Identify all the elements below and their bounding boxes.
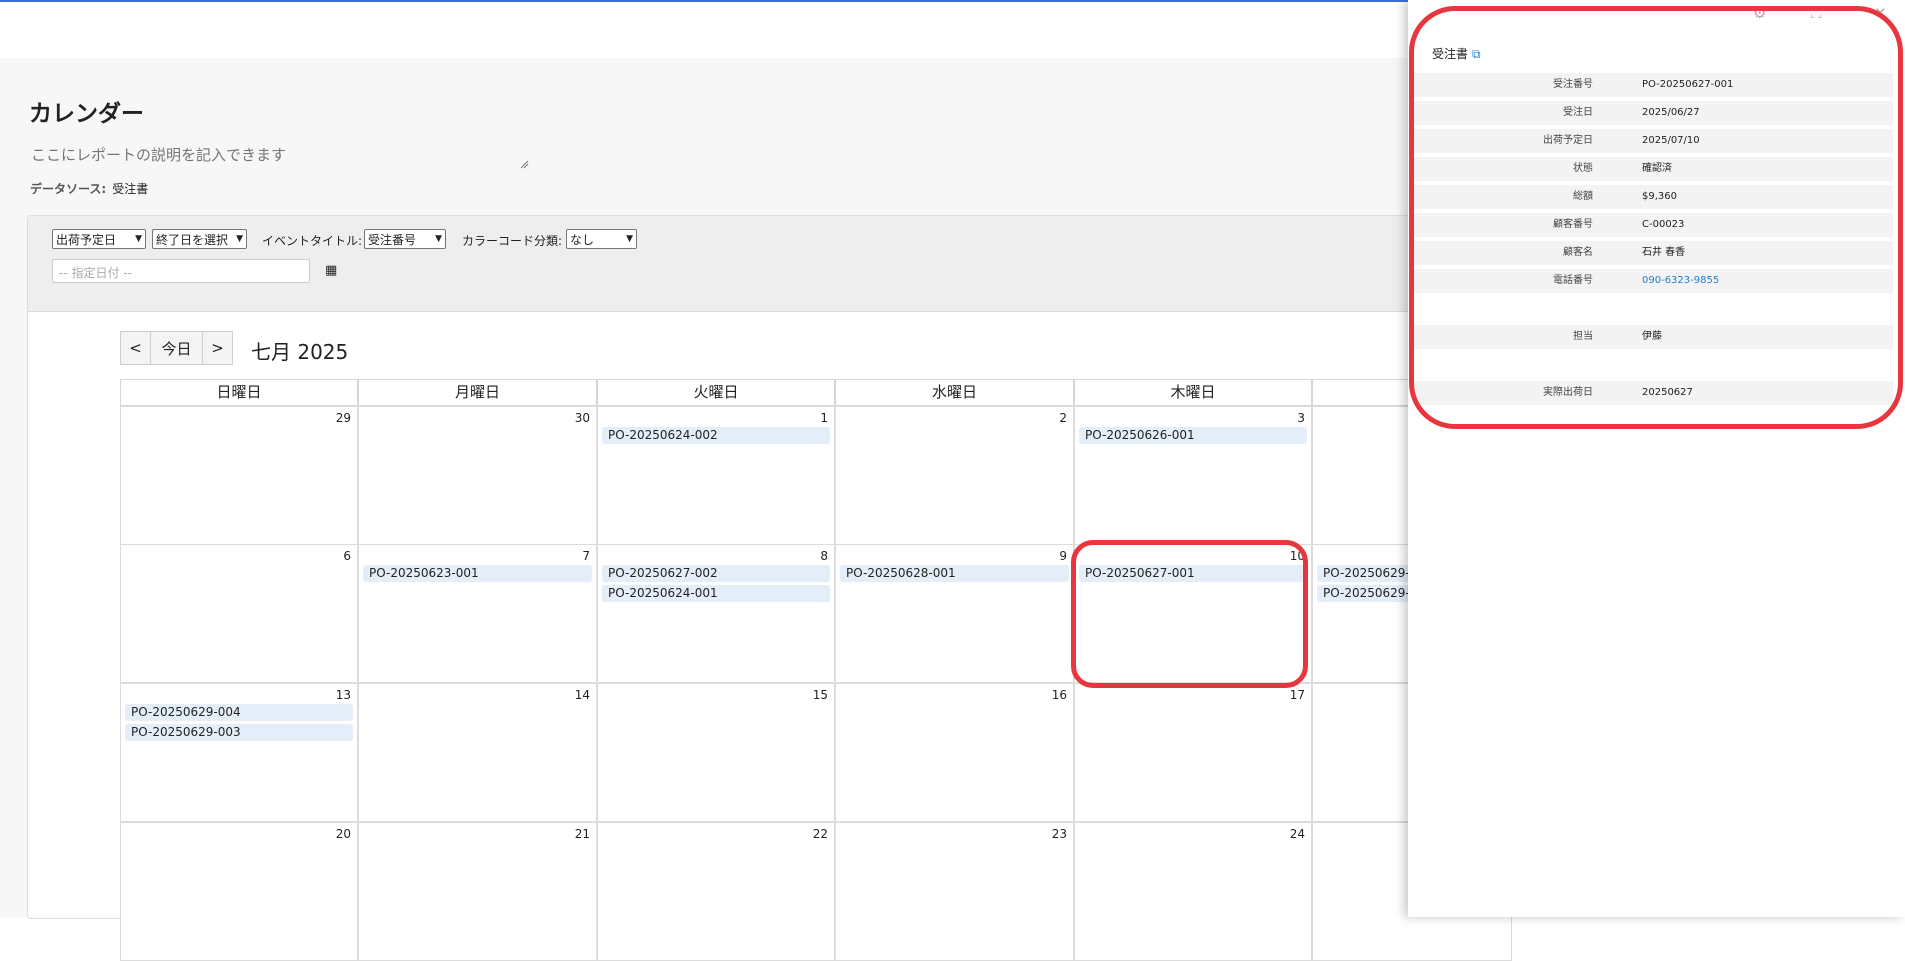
calendar-event[interactable]: PO-20250623-001 <box>363 565 592 582</box>
end-date-field-select[interactable]: 終了日を選択 ▼ <box>152 229 247 249</box>
calendar-icon[interactable]: ▦ <box>325 263 337 278</box>
calendar-event[interactable]: PO-20250629-004 <box>125 704 353 721</box>
day-number: 21 <box>574 827 590 841</box>
calendar-day-cell[interactable]: 22 <box>597 822 835 961</box>
month-label: 七月 2025 <box>251 340 349 364</box>
day-number: 29 <box>335 411 351 425</box>
calendar-day-cell[interactable]: 20 <box>120 822 358 961</box>
calendar-day-cell[interactable]: 21 <box>358 822 597 961</box>
day-number: 16 <box>1051 688 1067 702</box>
chevron-down-icon: ▼ <box>236 234 243 244</box>
day-number: 14 <box>574 688 590 702</box>
datasource-label: データソース: <box>30 182 107 196</box>
day-number: 1 <box>820 411 828 425</box>
calendar-event[interactable]: PO-20250627-002 <box>602 565 830 582</box>
start-date-field-select[interactable]: 出荷予定日 ▼ <box>52 229 146 249</box>
chevron-down-icon: ▼ <box>626 234 633 244</box>
calendar-day-cell[interactable]: 9 PO-20250628-001 <box>835 544 1074 683</box>
weekday-header: 月曜日 <box>358 379 597 406</box>
datasource-value: 受注書 <box>112 182 149 196</box>
calendar-day-cell[interactable]: 3 PO-20250626-001 <box>1074 406 1312 545</box>
day-number: 6 <box>343 549 351 563</box>
day-number: 20 <box>335 827 351 841</box>
calendar-event[interactable]: PO-20250624-002 <box>602 427 830 444</box>
datasource: データソース: 受注書 <box>30 180 148 197</box>
event-title-select[interactable]: 受注番号 ▼ <box>364 229 446 249</box>
calendar-event[interactable]: PO-20250624-001 <box>602 585 830 602</box>
day-number: 23 <box>1051 827 1067 841</box>
color-code-label: カラーコード分類: <box>462 234 563 248</box>
calendar-event[interactable]: PO-20250626-001 <box>1079 427 1307 444</box>
day-number: 7 <box>582 549 590 563</box>
calendar-day-cell[interactable]: 8 PO-20250627-002 PO-20250624-001 <box>597 544 835 683</box>
day-number: 2 <box>1059 411 1067 425</box>
calendar-event[interactable]: PO-20250629-003 <box>125 724 353 741</box>
day-number: 22 <box>812 827 828 841</box>
chevron-down-icon: ▼ <box>435 234 442 244</box>
calendar-day-cell[interactable]: 14 <box>358 683 597 822</box>
next-month-button[interactable]: > <box>202 331 233 365</box>
weekday-header: 水曜日 <box>835 379 1074 406</box>
chevron-down-icon: ▼ <box>135 234 142 244</box>
calendar-day-cell[interactable]: 2 <box>835 406 1074 545</box>
calendar-day-cell[interactable]: 29 <box>120 406 358 545</box>
day-number: 24 <box>1289 827 1305 841</box>
page-title: カレンダー <box>29 101 144 127</box>
end-date-field-value: 終了日を選択 <box>156 232 229 247</box>
color-code-select[interactable]: なし ▼ <box>566 229 637 249</box>
calendar-day-cell[interactable]: 6 <box>120 544 358 683</box>
event-title-label: イベントタイトル: <box>262 234 363 248</box>
color-code-value: なし <box>570 232 595 247</box>
weekday-header: 日曜日 <box>120 379 358 406</box>
calendar-event[interactable]: PO-20250628-001 <box>840 565 1069 582</box>
day-number: 9 <box>1059 549 1067 563</box>
start-date-field-value: 出荷予定日 <box>56 232 117 247</box>
day-number: 8 <box>820 549 828 563</box>
calendar-day-cell[interactable]: 7 PO-20250623-001 <box>358 544 597 683</box>
panel-highlight-annotation <box>1409 6 1903 429</box>
prev-month-button[interactable]: < <box>120 331 151 365</box>
calendar-day-cell[interactable]: 15 <box>597 683 835 822</box>
calendar-day-cell[interactable]: 16 <box>835 683 1074 822</box>
resize-grip-icon[interactable] <box>519 159 529 169</box>
calendar-day-cell[interactable]: 30 <box>358 406 597 545</box>
today-button[interactable]: 今日 <box>150 331 203 365</box>
highlight-annotation <box>1071 540 1308 688</box>
specified-date-input[interactable]: -- 指定日付 -- <box>52 259 310 283</box>
weekday-header: 木曜日 <box>1074 379 1312 406</box>
day-number: 17 <box>1289 688 1305 702</box>
report-description-input[interactable] <box>29 138 533 172</box>
day-number: 13 <box>335 688 351 702</box>
weekday-header: 火曜日 <box>597 379 835 406</box>
calendar-day-cell[interactable]: 17 <box>1074 683 1312 822</box>
event-title-value: 受注番号 <box>368 232 417 247</box>
day-number: 30 <box>574 411 590 425</box>
calendar-day-cell[interactable]: 13 PO-20250629-004 PO-20250629-003 <box>120 683 358 822</box>
day-number: 15 <box>812 688 828 702</box>
calendar-day-cell[interactable]: 23 <box>835 822 1074 961</box>
calendar-day-cell[interactable]: 24 <box>1074 822 1312 961</box>
calendar-day-cell[interactable]: 1 PO-20250624-002 <box>597 406 835 545</box>
calendar-toolbar: 出荷予定日 ▼ 終了日を選択 ▼ イベントタイトル: 受注番号 ▼ カラーコード分類:… <box>28 216 1478 312</box>
day-number: 3 <box>1297 411 1305 425</box>
